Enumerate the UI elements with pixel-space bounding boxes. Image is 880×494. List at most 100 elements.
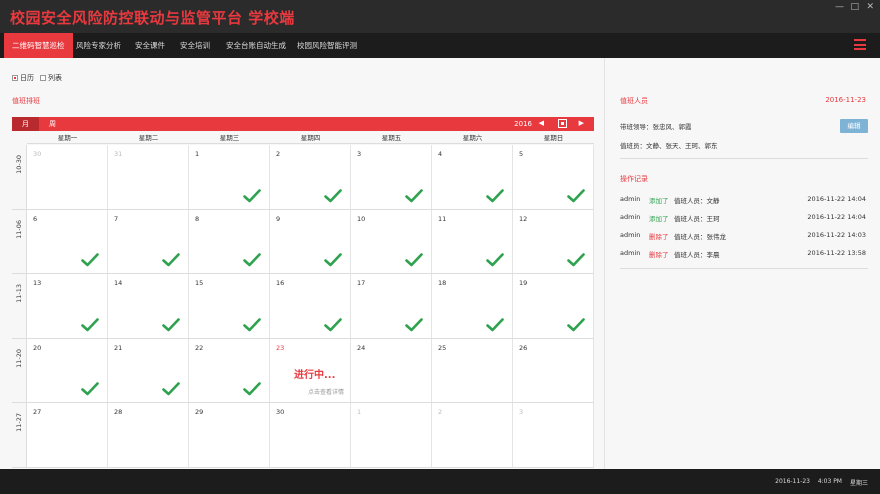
check-icon <box>324 188 342 202</box>
title-bar: 校园安全风险防控联动与监管平台 学校端 — □ ✕ <box>0 0 880 33</box>
calendar-day-cell[interactable]: 18 <box>432 274 513 338</box>
log-row: admin 删除了 值班人员：李晨 2016-11-22 13:58 <box>620 249 866 261</box>
calendar-day-cell[interactable]: 20 <box>27 338 108 402</box>
status-time: 4:03 PM <box>817 478 842 485</box>
log-time: 2016-11-22 13:58 <box>807 249 866 257</box>
nav-item-risk-analysis[interactable]: 风险专家分析 <box>68 33 129 58</box>
weekday-label: 星期五 <box>381 134 402 142</box>
calendar-day-cell[interactable]: 24 <box>351 338 432 402</box>
view-details-link[interactable]: 点击查看详情 <box>308 387 344 396</box>
day-number: 6 <box>33 214 38 223</box>
view-toggle: 日历 列表 <box>12 73 62 83</box>
calendar-day-cell[interactable]: 9 <box>270 209 351 273</box>
calendar-day-cell[interactable]: 14 <box>108 274 189 338</box>
next-month-icon[interactable]: ▶ <box>579 119 584 127</box>
log-row: admin 添加了 值班人员：文静 2016-11-22 14:04 <box>620 195 866 207</box>
calendar-day-cell[interactable]: 21 <box>108 338 189 402</box>
calendar-week-row: 10-30 30 31 1 2 3 4 5 <box>12 145 594 210</box>
calendar-day-cell[interactable]: 23 进行中... 点击查看详情 <box>270 338 351 402</box>
calendar-day-cell[interactable]: 12 <box>513 209 594 273</box>
calendar-day-cell[interactable]: 2 <box>270 145 351 209</box>
calendar-day-cell[interactable]: 30 <box>27 145 108 209</box>
calendar-day-cell[interactable]: 13 <box>27 274 108 338</box>
calendar-day-cell[interactable]: 29 <box>189 403 270 467</box>
nav-item-safety-courseware[interactable]: 安全课件 <box>127 33 173 58</box>
nav-item-ledger-generation[interactable]: 安全台账自动生成 <box>218 33 294 58</box>
week-view-button[interactable]: 周 <box>39 117 66 131</box>
view-option-list[interactable]: 列表 <box>40 73 62 83</box>
close-icon[interactable]: ✕ <box>866 2 874 12</box>
calendar-day-cell[interactable]: 22 <box>189 338 270 402</box>
day-number: 2 <box>438 408 443 416</box>
week-label: 11-13 <box>12 274 27 338</box>
calendar-day-cell[interactable]: 3 <box>513 403 594 467</box>
calendar-day-cell[interactable]: 1 <box>189 145 270 209</box>
view-option-calendar[interactable]: 日历 <box>12 73 34 83</box>
nav-item-safety-training[interactable]: 安全培训 <box>172 33 218 58</box>
calendar-day-cell[interactable]: 28 <box>108 403 189 467</box>
log-action: 删除了 <box>649 251 669 259</box>
calendar-day-cell[interactable]: 25 <box>432 338 513 402</box>
log-user: admin <box>620 231 641 239</box>
day-number: 26 <box>519 343 528 352</box>
calendar-day-cell[interactable]: 30 <box>270 403 351 467</box>
calendar-day-cell[interactable]: 16 <box>270 274 351 338</box>
calendar-toolbar: 月 周 2016 ◀ ▶ <box>12 117 594 131</box>
calendar-day-cell[interactable]: 10 <box>351 209 432 273</box>
week-start-label: 11-27 <box>15 413 23 432</box>
calendar-day-cell[interactable]: 8 <box>189 209 270 273</box>
calendar-day-cell[interactable]: 31 <box>108 145 189 209</box>
day-number: 20 <box>33 343 42 352</box>
check-icon <box>324 253 342 267</box>
day-number: 8 <box>195 214 200 223</box>
calendar-day-cell[interactable]: 6 <box>27 209 108 273</box>
check-icon <box>162 253 180 267</box>
calendar-week-row: 11-06 6 7 8 9 10 11 12 <box>12 209 594 274</box>
prev-month-icon[interactable]: ◀ <box>539 119 544 127</box>
log-row: admin 添加了 值班人员：王珂 2016-11-22 14:04 <box>620 213 866 225</box>
hamburger-icon[interactable] <box>854 39 866 50</box>
today-icon[interactable] <box>558 119 567 128</box>
check-icon <box>405 317 423 331</box>
day-number: 15 <box>195 279 204 287</box>
calendar-week-row: 11-13 13 14 15 16 17 18 19 <box>12 274 594 339</box>
calendar-day-cell[interactable]: 5 <box>513 145 594 209</box>
check-icon <box>243 253 261 267</box>
weekday-label: 星期六 <box>462 134 483 142</box>
nav-item-qr-inspection[interactable]: 二维码智慧巡检 <box>4 33 73 58</box>
nav-item-risk-evaluation[interactable]: 校园风险智能评测 <box>289 33 365 58</box>
calendar-day-cell[interactable]: 17 <box>351 274 432 338</box>
check-icon <box>405 188 423 202</box>
log-row: admin 删除了 值班人员：张伟龙 2016-11-22 14:03 <box>620 231 866 243</box>
check-icon <box>486 188 504 202</box>
month-view-button[interactable]: 月 <box>12 117 39 131</box>
log-desc: 值班人员：李晨 <box>674 251 720 259</box>
minimize-icon[interactable]: — <box>835 2 844 12</box>
calendar-day-cell[interactable]: 7 <box>108 209 189 273</box>
status-date: 2016-11-23 <box>775 478 810 485</box>
calendar-day-cell[interactable]: 26 <box>513 338 594 402</box>
calendar-day-cell[interactable]: 3 <box>351 145 432 209</box>
day-number: 1 <box>195 150 200 158</box>
edit-button[interactable]: 编辑 <box>840 119 868 133</box>
calendar-day-cell[interactable]: 2 <box>432 403 513 467</box>
log-desc: 值班人员：张伟龙 <box>674 233 726 241</box>
status-weekday: 星期三 <box>849 480 868 487</box>
calendar-day-cell[interactable]: 19 <box>513 274 594 338</box>
calendar-day-cell[interactable]: 15 <box>189 274 270 338</box>
calendar-day-cell[interactable]: 11 <box>432 209 513 273</box>
day-number: 21 <box>114 343 123 352</box>
divider <box>620 268 868 269</box>
section-title-duty: 值班人员 <box>620 97 648 105</box>
section-title-schedule: 值班排班 <box>12 97 40 105</box>
weekday-label: 星期四 <box>300 134 321 142</box>
day-number: 31 <box>114 150 123 158</box>
calendar-day-cell[interactable]: 4 <box>432 145 513 209</box>
check-icon <box>162 382 180 396</box>
calendar-day-cell[interactable]: 27 <box>27 403 108 467</box>
calendar-day-cell[interactable]: 1 <box>351 403 432 467</box>
status-bar: 2016-11-23 4:03 PM 星期三 <box>0 469 880 494</box>
maximize-icon[interactable]: □ <box>850 2 859 12</box>
day-number: 19 <box>519 279 528 287</box>
main-nav: 二维码智慧巡检 风险专家分析 安全课件 安全培训 安全台账自动生成 校园风险智能… <box>0 33 880 58</box>
